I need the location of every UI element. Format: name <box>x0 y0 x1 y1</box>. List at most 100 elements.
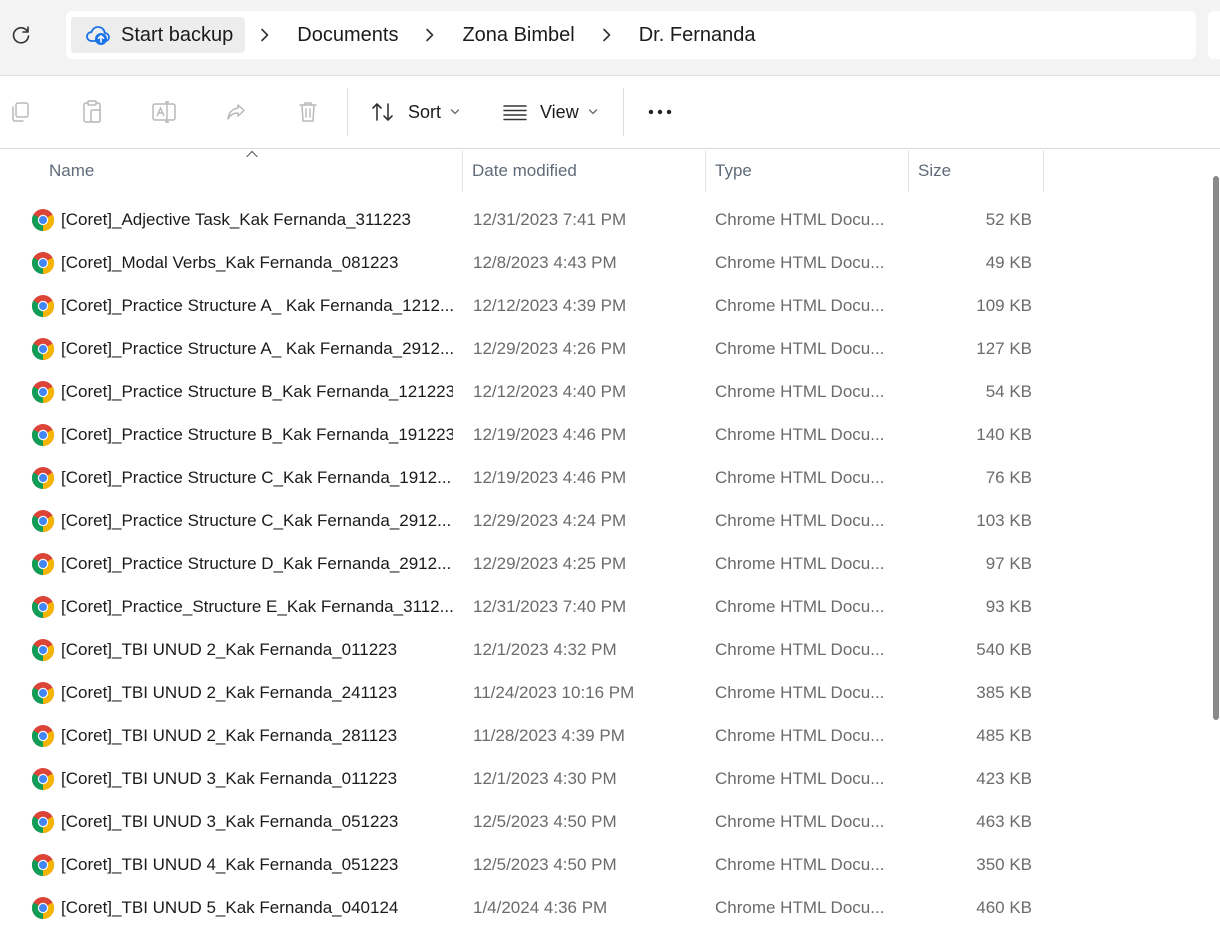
file-type: Chrome HTML Docu... <box>715 209 885 229</box>
chevron-down-icon <box>450 109 460 115</box>
file-name: [Coret]_TBI UNUD 3_Kak Fernanda_051223 <box>61 811 399 831</box>
file-date-modified: 11/28/2023 4:39 PM <box>473 725 625 745</box>
chrome-icon <box>30 456 56 499</box>
column-resize-handle[interactable] <box>705 150 706 192</box>
file-name: [Coret]_TBI UNUD 2_Kak Fernanda_011223 <box>61 639 398 659</box>
refresh-icon <box>12 26 30 44</box>
file-type: Chrome HTML Docu... <box>715 338 885 358</box>
file-date-modified: 12/12/2023 4:40 PM <box>473 381 627 401</box>
file-date-modified: 11/24/2023 10:16 PM <box>473 682 635 702</box>
view-icon <box>503 105 527 121</box>
file-type: Chrome HTML Docu... <box>715 467 885 487</box>
file-row[interactable]: [Coret]_Practice_Structure E_Kak Fernand… <box>0 585 1210 628</box>
file-date-modified: 12/19/2023 4:46 PM <box>473 424 627 444</box>
chrome-icon <box>30 284 56 327</box>
start-backup-label: Start backup <box>121 23 234 46</box>
column-resize-handle[interactable] <box>1043 150 1044 192</box>
column-resize-handle[interactable] <box>908 150 909 192</box>
view-button[interactable]: View <box>502 94 600 130</box>
file-name: [Coret]_TBI UNUD 5_Kak Fernanda_040124 <box>61 897 399 917</box>
file-type: Chrome HTML Docu... <box>715 596 885 616</box>
column-resize-handle[interactable] <box>462 150 463 192</box>
file-name: [Coret]_TBI UNUD 4_Kak Fernanda_051223 <box>61 854 399 874</box>
breadcrumb-documents[interactable]: Documents <box>285 17 410 53</box>
file-row[interactable]: [Coret]_Practice Structure A_ Kak Fernan… <box>0 284 1210 327</box>
delete-button[interactable] <box>292 94 324 130</box>
file-type: Chrome HTML Docu... <box>715 381 885 401</box>
file-name: [Coret]_Adjective Task_Kak Fernanda_3112… <box>61 209 411 229</box>
file-size: 485 KB <box>976 725 1032 745</box>
rename-button[interactable] <box>148 94 180 130</box>
file-type: Chrome HTML Docu... <box>715 553 885 573</box>
chrome-icon <box>30 542 56 585</box>
file-row[interactable]: [Coret]_Practice Structure C_Kak Fernand… <box>0 499 1210 542</box>
file-size: 463 KB <box>976 811 1032 831</box>
column-type[interactable]: Type <box>715 150 905 192</box>
file-name: [Coret]_Modal Verbs_Kak Fernanda_081223 <box>61 252 399 272</box>
search-box-edge[interactable] <box>1208 11 1220 59</box>
copy-icon <box>12 102 29 122</box>
file-type: Chrome HTML Docu... <box>715 768 885 788</box>
chrome-icon <box>30 370 56 413</box>
breadcrumb-zona-bimbel[interactable]: Zona Bimbel <box>450 17 586 53</box>
start-backup-button[interactable]: Start backup <box>71 17 246 53</box>
chrome-icon <box>30 327 56 370</box>
file-row[interactable]: [Coret]_TBI UNUD 3_Kak Fernanda_051223 1… <box>0 800 1210 843</box>
chrome-icon <box>30 843 56 886</box>
file-size: 127 KB <box>976 338 1032 358</box>
file-row[interactable]: [Coret]_TBI UNUD 4_Kak Fernanda_051223 1… <box>0 843 1210 886</box>
file-row[interactable]: [Coret]_Adjective Task_Kak Fernanda_3112… <box>0 198 1210 241</box>
share-button[interactable] <box>220 94 252 130</box>
file-type: Chrome HTML Docu... <box>715 854 885 874</box>
breadcrumb-separator[interactable] <box>587 17 627 53</box>
refresh-button[interactable] <box>6 20 36 50</box>
file-row[interactable]: [Coret]_Modal Verbs_Kak Fernanda_081223 … <box>0 241 1210 284</box>
file-date-modified: 12/5/2023 4:50 PM <box>473 854 617 874</box>
breadcrumb-separator[interactable] <box>410 17 450 53</box>
file-date-modified: 12/1/2023 4:30 PM <box>473 768 617 788</box>
address-row: Start backup Documents Zona Bimbel Dr. F… <box>0 0 1220 76</box>
cloud-upload-icon <box>86 26 110 45</box>
file-row[interactable]: [Coret]_TBI UNUD 2_Kak Fernanda_011223 1… <box>0 628 1210 671</box>
column-name[interactable]: Name <box>49 150 459 192</box>
copy-button[interactable] <box>4 94 36 130</box>
file-row[interactable]: [Coret]_TBI UNUD 2_Kak Fernanda_281123 1… <box>0 714 1210 757</box>
file-size: 97 KB <box>985 553 1032 573</box>
chevron-right-icon <box>426 28 434 42</box>
more-options-button[interactable] <box>642 94 678 130</box>
command-divider <box>347 88 348 136</box>
file-row[interactable]: [Coret]_Practice Structure B_Kak Fernand… <box>0 370 1210 413</box>
address-bar[interactable]: Start backup Documents Zona Bimbel Dr. F… <box>66 11 1196 59</box>
file-type: Chrome HTML Docu... <box>715 897 885 917</box>
file-type: Chrome HTML Docu... <box>715 510 885 530</box>
column-size[interactable]: Size <box>918 150 1038 192</box>
view-label: View <box>540 101 579 122</box>
chrome-icon <box>30 413 56 456</box>
file-size: 93 KB <box>985 596 1032 616</box>
file-size: 109 KB <box>976 295 1032 315</box>
file-size: 54 KB <box>985 381 1032 401</box>
chrome-icon <box>30 886 56 929</box>
breadcrumb-dr-fernanda[interactable]: Dr. Fernanda <box>627 17 768 53</box>
file-row[interactable]: [Coret]_TBI UNUD 5_Kak Fernanda_040124 1… <box>0 886 1210 929</box>
column-date-modified[interactable]: Date modified <box>472 150 702 192</box>
chrome-icon <box>30 198 56 241</box>
file-row[interactable]: [Coret]_Practice Structure A_ Kak Fernan… <box>0 327 1210 370</box>
file-row[interactable]: [Coret]_Practice Structure B_Kak Fernand… <box>0 413 1210 456</box>
file-row[interactable]: [Coret]_Practice Structure D_Kak Fernand… <box>0 542 1210 585</box>
file-size: 49 KB <box>985 252 1032 272</box>
breadcrumb-separator[interactable] <box>245 17 285 53</box>
delete-icon <box>299 102 317 122</box>
paste-button[interactable] <box>76 94 108 130</box>
chrome-icon <box>30 585 56 628</box>
scrollbar-thumb[interactable] <box>1213 176 1219 720</box>
file-row[interactable]: [Coret]_TBI UNUD 2_Kak Fernanda_241123 1… <box>0 671 1210 714</box>
file-name: [Coret]_Practice Structure B_Kak Fernand… <box>61 424 453 444</box>
file-list: [Coret]_Adjective Task_Kak Fernanda_3112… <box>0 198 1210 929</box>
file-date-modified: 1/4/2024 4:36 PM <box>473 897 608 917</box>
file-row[interactable]: [Coret]_TBI UNUD 3_Kak Fernanda_011223 1… <box>0 757 1210 800</box>
file-row[interactable]: [Coret]_Practice Structure C_Kak Fernand… <box>0 456 1210 499</box>
sort-icon <box>372 103 393 121</box>
sort-button[interactable]: Sort <box>370 94 464 130</box>
file-date-modified: 12/1/2023 4:32 PM <box>473 639 617 659</box>
